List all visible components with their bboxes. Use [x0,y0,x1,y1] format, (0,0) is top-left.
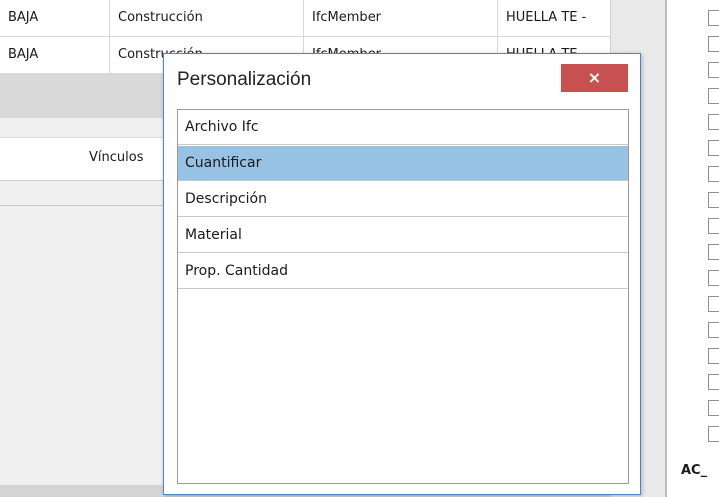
checkbox[interactable] [708,166,719,182]
column-label: AC_ [681,463,708,478]
checkbox[interactable] [708,192,719,208]
tab-strip [0,137,170,181]
list-item-prop-cantidad[interactable]: Prop. Cantidad [178,254,628,289]
checkbox[interactable] [708,36,719,52]
checkbox[interactable] [708,244,719,260]
table-row[interactable]: BAJA Construcción IfcMember HUELLA TE - [0,0,610,37]
list-item-material[interactable]: Material [178,218,628,253]
dialog-title: Personalización [177,69,312,90]
checkbox[interactable] [708,114,719,130]
checkbox[interactable] [708,296,719,312]
checkbox[interactable] [708,348,719,364]
divider [0,205,170,206]
checkbox[interactable] [708,322,719,338]
checkbox[interactable] [708,218,719,234]
checkbox[interactable] [708,62,719,78]
personalization-dialog: Personalización × Archivo Ifc Cuantifica… [163,53,641,495]
checkbox[interactable] [708,270,719,286]
column-divider [109,0,110,74]
checkbox[interactable] [708,426,719,442]
checkbox[interactable] [708,374,719,390]
tab-vinculos[interactable]: Vínculos [89,150,143,165]
table-cell: HUELLA TE - [506,10,587,25]
checkbox[interactable] [708,88,719,104]
close-icon: × [587,68,602,87]
list-item-descripcion[interactable]: Descripción [178,182,628,217]
table-cell: BAJA [8,10,39,25]
table-cell: Construcción [118,10,203,25]
table-cell: BAJA [8,47,39,62]
checkbox[interactable] [708,140,719,156]
options-list: Archivo Ifc Cuantificar Descripción Mate… [177,109,629,484]
checkbox[interactable] [708,10,719,26]
list-item-archivo-ifc[interactable]: Archivo Ifc [178,110,628,145]
close-button[interactable]: × [561,64,628,92]
table-cell: IfcMember [312,10,382,25]
list-item-cuantificar[interactable]: Cuantificar [178,146,628,181]
checkbox[interactable] [708,400,719,416]
